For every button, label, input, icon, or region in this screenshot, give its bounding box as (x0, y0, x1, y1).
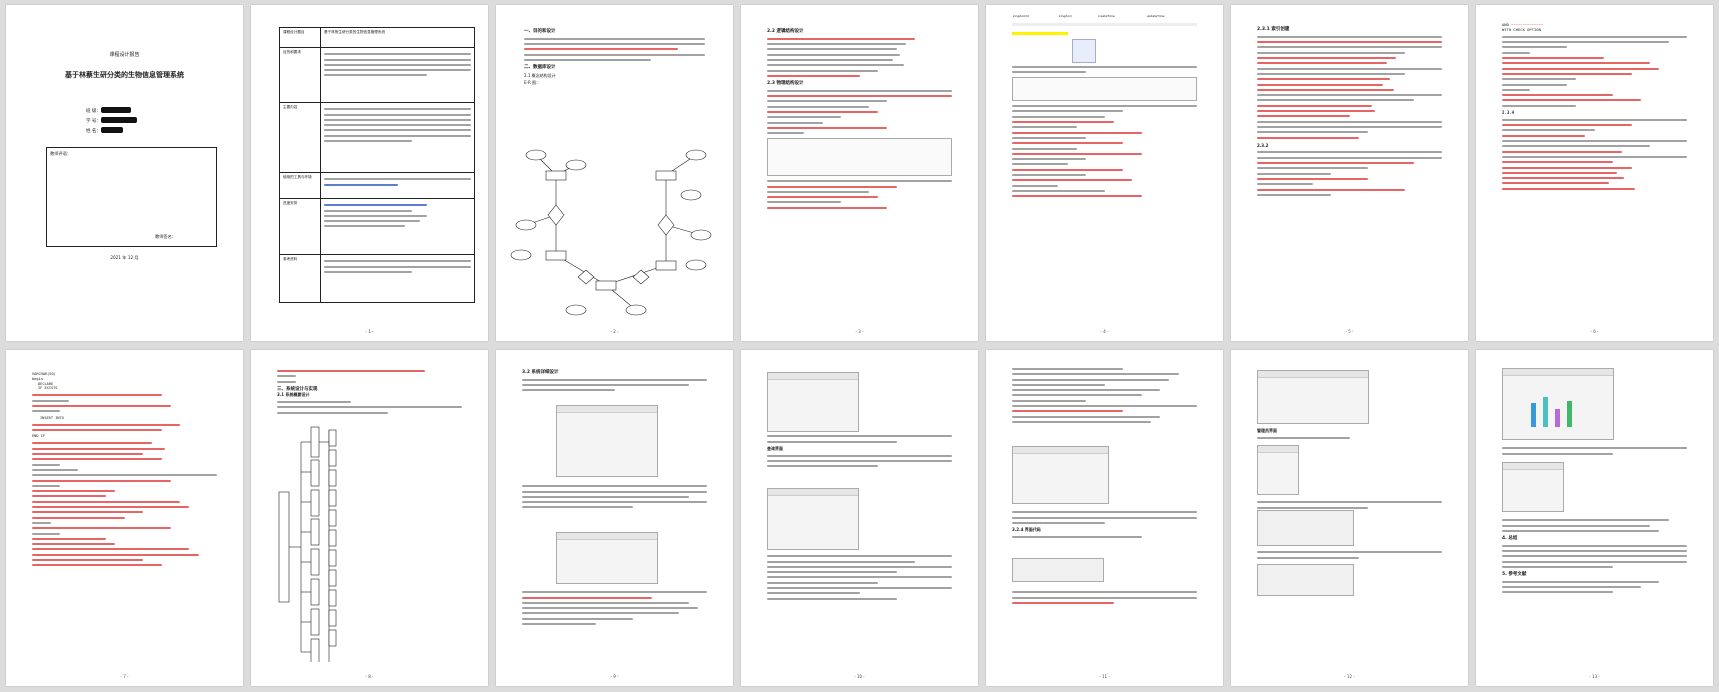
page-4-logical-design[interactable]: 2.2 逻辑结构设计 2.3 物理结构设计 - 3 - (741, 5, 978, 341)
er-diagram (510, 149, 712, 316)
id-label: 学 号： (86, 118, 101, 124)
page-6-indexes[interactable]: 2.3.1 索引创建 2.3.2 - 5 - (1231, 5, 1468, 341)
page-14-summary[interactable]: 4. 总结 5. 参考文献 - 13 - (1476, 350, 1713, 686)
kingdom-table: kingdomId kingdom createTime updateTime (1012, 13, 1197, 21)
row-content-label: 主要内容 (279, 102, 321, 173)
page-number-14: - 13 - (1589, 674, 1600, 680)
logical-heading: 2.2 逻辑结构设计 (767, 29, 804, 34)
page-number-13: - 12 - (1344, 674, 1355, 680)
teacher-sign-label: 教师签名： (155, 234, 176, 239)
page-5-table-screens[interactable]: kingdomId kingdom createTime updateTime (986, 5, 1223, 341)
page-10-detailed-design[interactable]: 3.2 系统详细设计 - 9 - (496, 350, 733, 686)
page-number-7: - 6 - (1590, 329, 1599, 335)
section-purpose-heading: 一、目的和设计 (524, 29, 556, 34)
col-updateTime: updateTime (1146, 14, 1165, 18)
col-kingdom: kingdom (1059, 14, 1073, 18)
page-number-5: - 4 - (1100, 329, 1109, 335)
row-purpose-label: 目的和要求 (279, 47, 321, 103)
section-db-heading: 二、数据库设计 (524, 65, 556, 71)
admin-main-screenshot (1257, 370, 1369, 424)
code-snippet-image (1012, 558, 1104, 582)
page-number-4: - 3 - (855, 329, 864, 335)
ui-code-heading: 3.2.4 界面代码 (1012, 527, 1041, 533)
row-title-label: 课程设计题目 (279, 27, 321, 48)
page-number-3: - 2 - (610, 329, 619, 335)
references-heading: 5. 参考文献 (1502, 571, 1527, 577)
code-end-if: END IF (32, 434, 45, 439)
page-number-6: - 5 - (1345, 329, 1354, 335)
page-number-2: - 1 - (365, 329, 374, 335)
with-check-option: WITH CHECK OPTION (1502, 26, 1541, 32)
system-outline-heading: 3.1 系统概要设计 (277, 392, 310, 398)
page-number-12: - 11 - (1099, 674, 1110, 680)
page-9-system-design[interactable]: 三、系统设计与实现 3.1 系统概要设计 - 8 - (251, 350, 488, 686)
query-ui-heading: 查询界面 (767, 445, 783, 451)
row-title-value: 基于林蔡生研分类的生物信息管理系统 (320, 27, 475, 48)
col-createTime: createTime (1097, 14, 1115, 18)
page-number-9: - 8 - (365, 674, 374, 680)
code-if-exists: IF EXISTS (38, 386, 58, 391)
task-table: 课程设计题目 基于林蔡生研分类的生物信息管理系统 目的和要求 主要内容 使用的工具… (279, 27, 475, 303)
teacher-comment-box: 教师评语： 教师签名： (46, 146, 217, 247)
code-insert: INSERT INTO (40, 415, 64, 420)
page-7-views[interactable]: AND ~~~~~~~~~~~~~~ WITH CHECK OPTION 2.3… (1476, 5, 1713, 341)
page-12-ui-code[interactable]: 3.2.4 界面代码 - 11 - (986, 350, 1223, 686)
page-1-cover[interactable]: 课程设计报告 基于林蔡生研分类的生物信息管理系统 班 级： 学 号： 姓 名： … (6, 5, 243, 341)
cover-header: 课程设计报告 (109, 52, 140, 58)
admin-code-image-2 (1257, 564, 1354, 596)
admin-code-image (1257, 510, 1354, 546)
summary-heading: 4. 总结 (1502, 535, 1518, 541)
table-screenshot (767, 138, 952, 177)
dialog-screenshot-2 (556, 532, 658, 584)
page-number-8: - 7 - (120, 674, 129, 680)
row-refs-label: 参考资料 (279, 254, 321, 303)
er-label: E-R 图： (524, 80, 541, 86)
page-2-task-sheet[interactable]: 课程设计题目 基于林蔡生研分类的生物信息管理系统 目的和要求 主要内容 使用的工具… (251, 5, 488, 341)
row-tools-label: 使用的工具与环境 (279, 172, 321, 199)
teacher-comment-label: 教师评语： (50, 150, 71, 156)
row-schedule-label: 进度安排 (279, 198, 321, 255)
cover-date: 2021 年 12 月 (110, 254, 139, 260)
dialog-screenshot-1 (556, 405, 658, 477)
document-thumbnail-grid: 课程设计报告 基于林蔡生研分类的生物信息管理系统 班 级： 学 号： 姓 名： … (0, 0, 1719, 692)
admin-dialog-screenshot (1257, 445, 1299, 495)
section-concept-heading: 2.1 概念结构设计 (524, 72, 556, 78)
col-kingdomId: kingdomId (1013, 14, 1029, 18)
page-11-query-ui[interactable]: 查询界面 - 10 - (741, 350, 978, 686)
index-heading: 2.3.1 索引创建 (1257, 27, 1290, 32)
cover-fields: 班 级： 学 号： 姓 名： (86, 107, 243, 137)
function-tree-diagram (278, 426, 337, 662)
page-3-er-diagram[interactable]: 一、目的和设计 二、数据库设计 2.1 概念结构设计 E-R 图： - 2 - (496, 5, 733, 341)
physical-heading: 2.3 物理结构设计 (767, 80, 804, 86)
page-8-procedures[interactable]: VARCHAR(50) begin DECLARE IF EXISTS INSE… (6, 350, 243, 686)
login-dialog-screenshot (1502, 462, 1564, 512)
class-label: 班 级： (86, 108, 101, 114)
chart-screenshot (1502, 368, 1614, 440)
page-13-admin-ui[interactable]: 管理员界面 - 12 - (1231, 350, 1468, 686)
detailed-design-heading: 3.2 系统详细设计 (522, 370, 559, 375)
page-number-11: - 10 - (854, 674, 865, 680)
admin-ui-heading: 管理员界面 (1257, 428, 1277, 433)
query-dialog-screenshot (767, 372, 859, 432)
name-label: 姓 名： (86, 128, 101, 134)
query-result-screenshot (767, 488, 859, 550)
page-number-10: - 9 - (610, 674, 619, 680)
cover-title: 基于林蔡生研分类的生物信息管理系统 (65, 70, 184, 79)
edit-dialog-screenshot (1012, 446, 1109, 504)
